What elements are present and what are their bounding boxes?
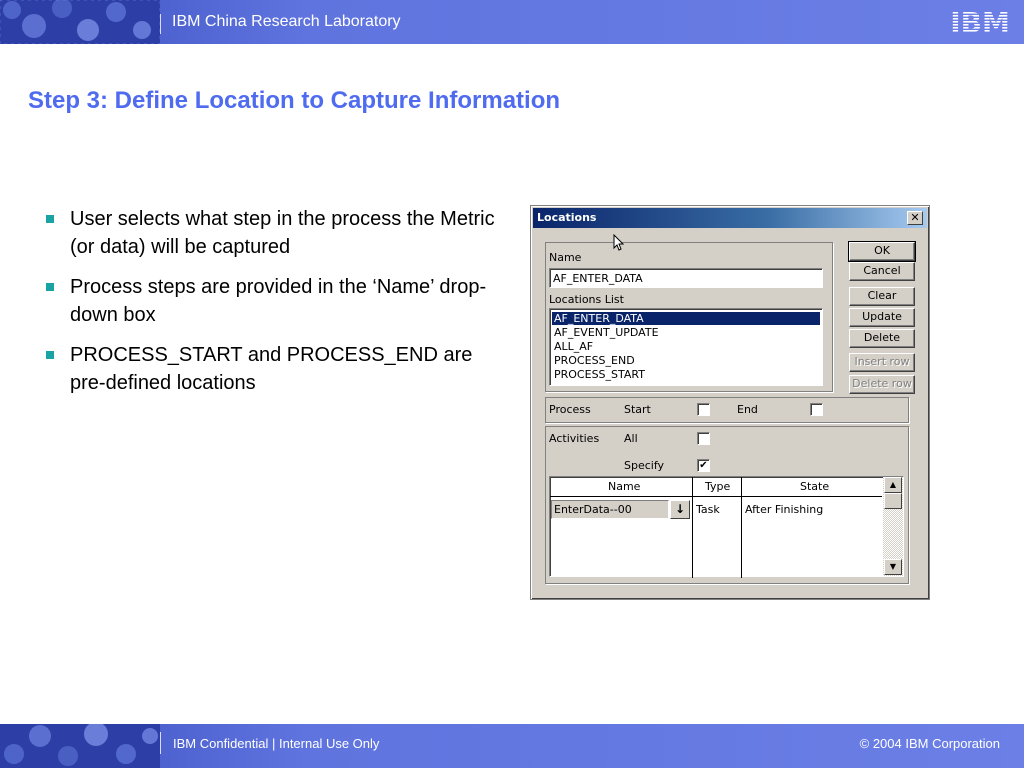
- bullet-list: User selects what step in the process th…: [46, 205, 506, 409]
- bullet-item: PROCESS_START and PROCESS_END are pre-de…: [46, 341, 506, 397]
- mouse-pointer-icon: [613, 234, 625, 251]
- list-item[interactable]: ALL_AF: [552, 340, 820, 353]
- locations-list[interactable]: AF_ENTER_DATA AF_EVENT_UPDATE ALL_AF PRO…: [549, 308, 823, 386]
- name-dropdown[interactable]: AF_ENTER_DATA: [549, 268, 823, 288]
- list-item[interactable]: AF_EVENT_UPDATE: [552, 326, 820, 339]
- process-end-label: End: [737, 403, 758, 416]
- footer-band: IBM Confidential | Internal Use Only © 2…: [0, 724, 1024, 768]
- header-decoration: [0, 0, 160, 44]
- activities-all-checkbox[interactable]: [697, 432, 710, 445]
- footer-divider: [160, 732, 161, 754]
- grid-cell-type: Task: [696, 503, 720, 516]
- locations-list-label: Locations List: [549, 293, 624, 306]
- list-item[interactable]: PROCESS_START: [552, 368, 820, 381]
- bullet-item: Process steps are provided in the ‘Name’…: [46, 273, 506, 329]
- scroll-thumb[interactable]: [884, 493, 902, 509]
- grid-column-divider: [692, 477, 693, 578]
- bullet-item: User selects what step in the process th…: [46, 205, 506, 261]
- header-title: IBM China Research Laboratory: [172, 13, 401, 30]
- list-item[interactable]: PROCESS_END: [552, 354, 820, 367]
- scroll-up-icon[interactable]: ▲: [884, 477, 902, 493]
- insert-row-button[interactable]: Insert row: [849, 353, 915, 372]
- grid-header-divider: [550, 496, 882, 497]
- activities-grid[interactable]: Name Type State EnterData--00 ↓ Task Aft…: [549, 476, 904, 578]
- ibm-logo: IBM: [944, 6, 1016, 36]
- header-band: IBM China Research Laboratory IBM: [0, 0, 1024, 44]
- clear-button[interactable]: Clear: [849, 287, 915, 306]
- grid-cell-name: EnterData--00: [554, 503, 632, 516]
- process-start-label: Start: [624, 403, 651, 416]
- grid-header-name: Name: [608, 480, 641, 493]
- scroll-down-icon[interactable]: ▼: [884, 559, 902, 575]
- list-item[interactable]: AF_ENTER_DATA: [552, 312, 820, 325]
- grid-cell-state: After Finishing: [745, 503, 824, 516]
- delete-row-button[interactable]: Delete row: [849, 375, 915, 394]
- footer-copyright: © 2004 IBM Corporation: [859, 736, 1000, 751]
- footer-confidential: IBM Confidential | Internal Use Only: [173, 736, 380, 751]
- slide-title: Step 3: Define Location to Capture Infor…: [28, 87, 561, 114]
- ok-button[interactable]: OK: [848, 241, 916, 262]
- grid-header-state: State: [800, 480, 830, 493]
- activities-all-label: All: [624, 432, 638, 445]
- name-value: AF_ENTER_DATA: [553, 272, 643, 285]
- footer-decoration: [0, 724, 160, 768]
- grid-column-divider: [741, 477, 742, 578]
- name-label: Name: [549, 251, 582, 264]
- activities-label: Activities: [549, 432, 600, 445]
- dialog-title-bar: Locations ✕: [533, 208, 927, 228]
- process-group: [545, 397, 909, 423]
- activities-specify-label: Specify: [624, 459, 665, 472]
- update-button[interactable]: Update: [849, 308, 915, 327]
- process-start-checkbox[interactable]: [697, 403, 710, 416]
- delete-button[interactable]: Delete: [849, 329, 915, 348]
- locations-dialog: Locations ✕ Name AF_ENTER_DATA Locations…: [530, 205, 930, 600]
- dialog-title: Locations: [537, 211, 597, 224]
- process-label: Process: [549, 403, 591, 416]
- grid-row-name-combo[interactable]: EnterData--00: [551, 500, 669, 519]
- header-divider: [160, 14, 161, 34]
- grid-header-type: Type: [705, 480, 731, 493]
- cancel-button[interactable]: Cancel: [849, 262, 915, 281]
- process-end-checkbox[interactable]: [810, 403, 823, 416]
- close-icon[interactable]: ✕: [907, 211, 923, 225]
- dropdown-arrow-icon[interactable]: ↓: [670, 500, 690, 519]
- activities-specify-checkbox[interactable]: ✔: [697, 459, 710, 472]
